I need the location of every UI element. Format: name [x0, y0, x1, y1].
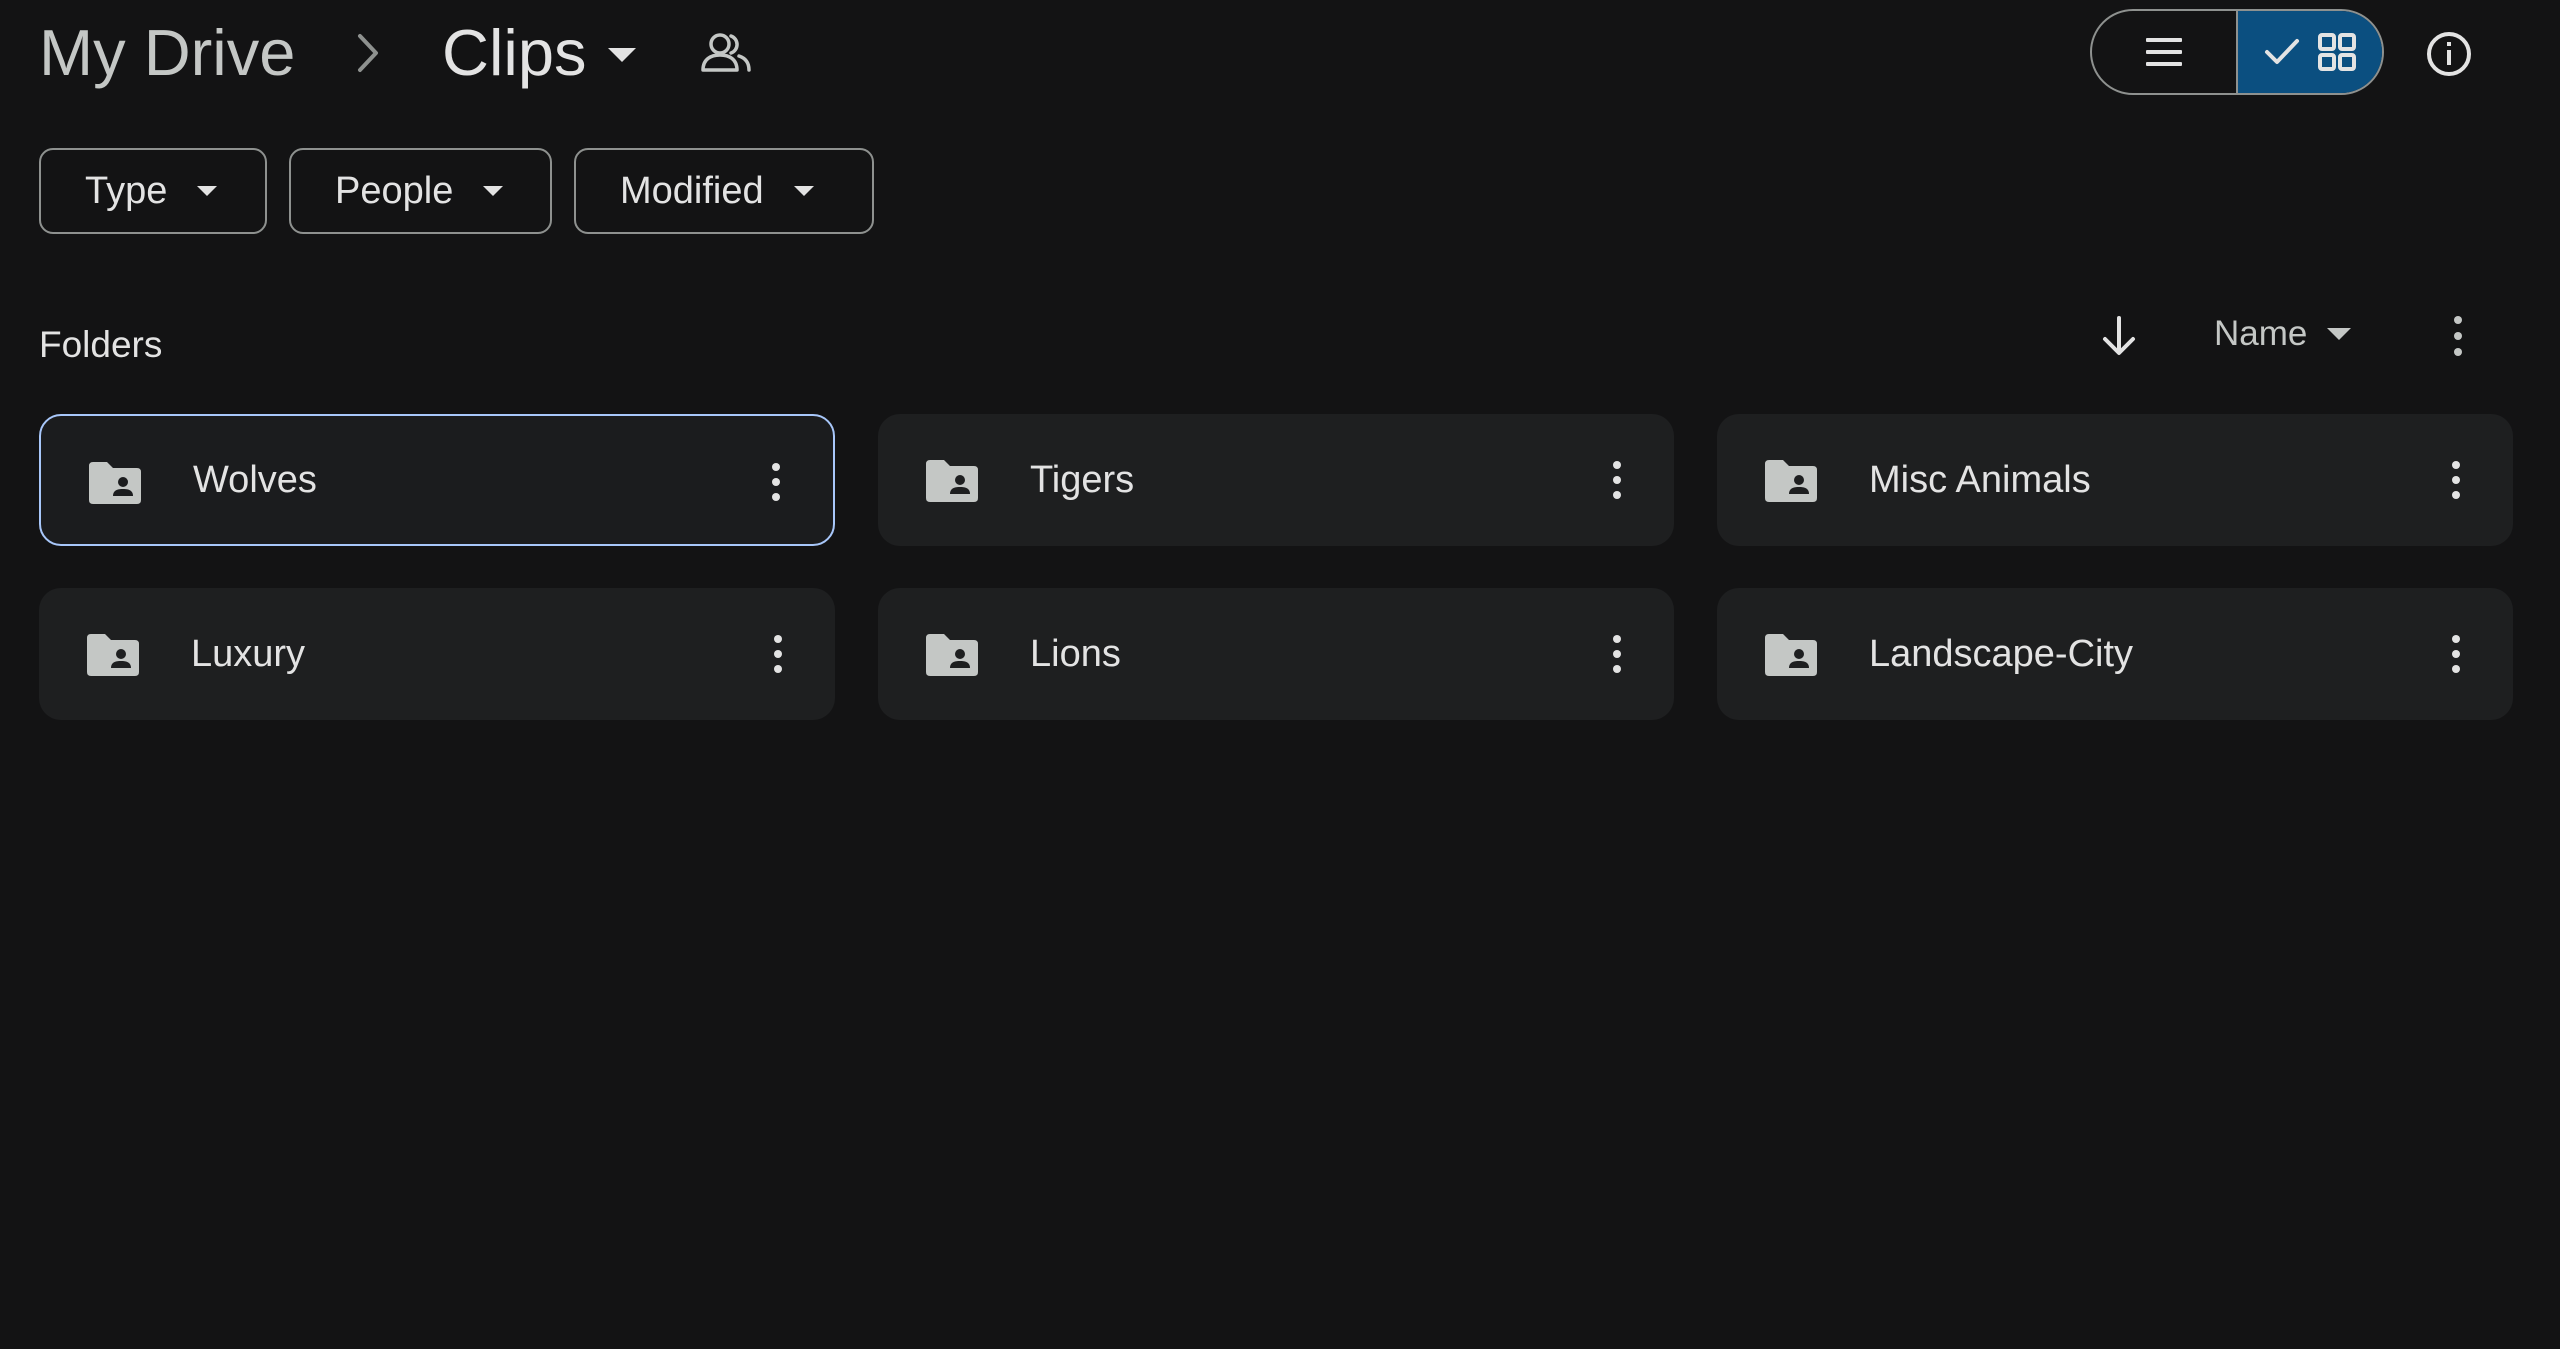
folder-card-landscape-city[interactable]: Landscape-City [1717, 588, 2513, 720]
people-filter-label: People [335, 169, 454, 212]
more-vert-icon[interactable] [771, 632, 785, 676]
folder-name: Misc Animals [1869, 458, 2091, 501]
shared-folder-icon [926, 634, 978, 676]
shared-folder-icon [1765, 460, 1817, 502]
caret-down-icon [608, 48, 637, 62]
folders-section-title: Folders [39, 324, 163, 365]
more-vert-icon[interactable] [1610, 632, 1624, 676]
folder-card-tigers[interactable]: Tigers [878, 414, 1674, 546]
sort-by-button[interactable]: Name [2214, 308, 2352, 360]
list-view-icon [2146, 38, 2182, 66]
folder-name: Luxury [191, 632, 306, 675]
caret-down-icon [197, 186, 218, 196]
folder-card-misc-animals[interactable]: Misc Animals [1717, 414, 2513, 546]
sort-by-label: Name [2214, 314, 2308, 353]
people-icon[interactable] [700, 32, 752, 74]
folder-name: Landscape-City [1869, 632, 2134, 675]
type-filter-chip[interactable]: Type [39, 148, 267, 234]
people-filter-chip[interactable]: People [289, 148, 552, 234]
grid-view-button[interactable] [2238, 11, 2382, 93]
folder-card-luxury[interactable]: Luxury [39, 588, 835, 720]
more-vert-icon[interactable] [769, 460, 783, 504]
shared-folder-icon [1765, 634, 1817, 676]
more-vert-icon[interactable] [2449, 458, 2463, 502]
check-icon [2265, 39, 2299, 64]
more-vert-icon[interactable] [1610, 458, 1624, 502]
folder-name: Tigers [1030, 458, 1135, 501]
caret-down-icon [483, 186, 504, 196]
more-vert-icon[interactable] [2449, 632, 2463, 676]
shared-folder-icon [89, 462, 141, 504]
modified-filter-label: Modified [620, 169, 764, 212]
folder-name: Lions [1030, 632, 1121, 675]
view-toggle [2090, 9, 2384, 95]
more-vert-icon[interactable] [2448, 312, 2468, 360]
caret-down-icon [793, 186, 814, 196]
folder-name: Wolves [193, 458, 317, 501]
folder-card-lions[interactable]: Lions [878, 588, 1674, 720]
breadcrumb-current-folder[interactable]: Clips [442, 8, 637, 98]
folder-card-wolves[interactable]: Wolves [39, 414, 835, 546]
top-bar: My Drive Clips [0, 0, 2560, 106]
breadcrumb-my-drive[interactable]: My Drive [39, 8, 295, 98]
list-view-button[interactable] [2092, 11, 2238, 93]
type-filter-label: Type [85, 169, 168, 212]
current-folder-title: Clips [442, 16, 587, 89]
info-icon[interactable] [2425, 30, 2473, 78]
filter-chips: Type People Modified [39, 148, 874, 234]
shared-folder-icon [926, 460, 978, 502]
modified-filter-chip[interactable]: Modified [574, 148, 874, 234]
folder-grid: Wolves Tigers Misc Animals Luxury Lions … [39, 414, 2514, 720]
caret-down-icon [2327, 328, 2352, 340]
shared-folder-icon [87, 634, 139, 676]
grid-view-icon [2318, 33, 2356, 71]
chevron-right-icon [358, 34, 378, 72]
arrow-down-icon[interactable] [2095, 312, 2143, 360]
